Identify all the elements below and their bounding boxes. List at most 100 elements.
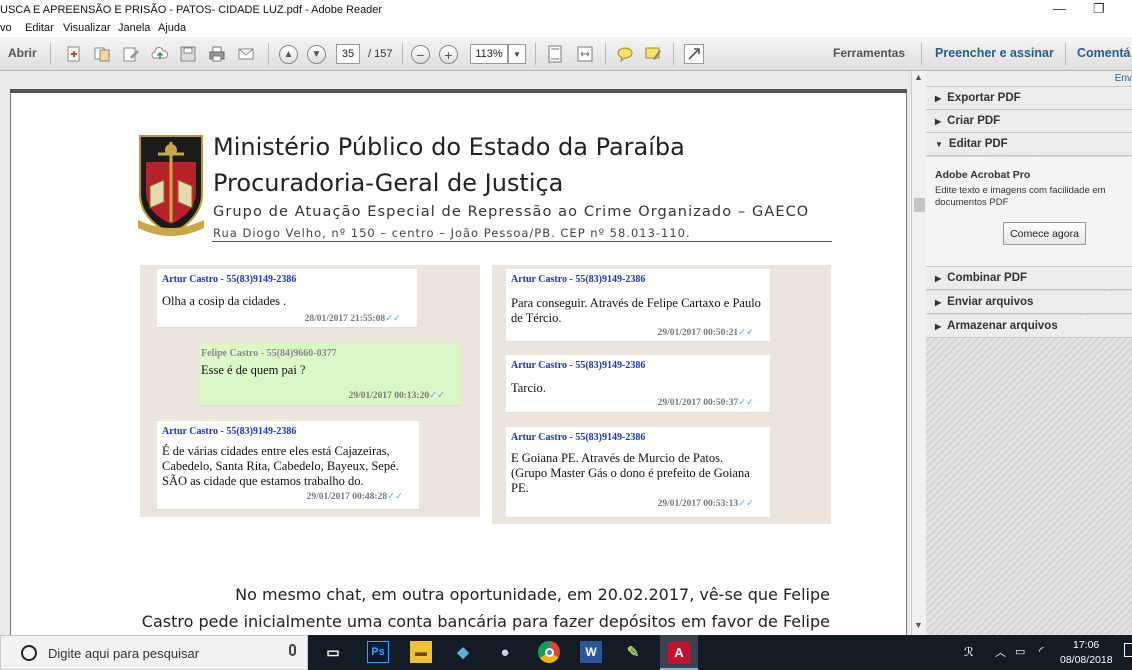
notification-center-icon[interactable] [1124,643,1132,657]
save-icon[interactable] [178,44,198,64]
org-subtitle: Procuradoria-Geral de Justiça [213,169,564,197]
zoom-in-icon[interactable]: + [439,45,458,64]
chat-message: Artur Castro - 55(83)9149-2386 E Goiana … [506,427,770,517]
menu-edit[interactable]: Editar [25,22,54,34]
collapsed-arrow-icon: ▶ [935,322,942,331]
sidebar-section-store-files[interactable]: ▶ Armazenar arquivos [926,315,1132,338]
battery-icon[interactable]: ▭ [1015,645,1025,658]
read-receipt-icon: ✓✓ [738,398,754,408]
tray-expand-icon[interactable]: ︿ [995,644,1006,660]
minimize-button[interactable]: — [1053,0,1066,18]
scroll-up-icon[interactable]: ▲ [914,72,923,82]
windows-taskbar: Digite aqui para pesquisar ▭ Ps ▬ ◆ ● W … [0,635,1132,670]
vertical-scrollbar[interactable]: ▲ ▼ [911,71,926,635]
scroll-down-icon[interactable]: ▼ [914,620,923,630]
toolbar-separator [921,43,922,65]
steam-icon[interactable]: ● [494,641,516,663]
search-circle-icon [21,645,37,661]
sign-in-link[interactable]: Env [1115,73,1132,84]
page-number-input[interactable]: 35 [336,44,360,64]
get-started-button[interactable]: Comece agora [1003,222,1086,245]
comment-icon[interactable] [615,44,635,64]
menu-file[interactable]: vo [0,22,12,34]
create-pdf-icon[interactable] [64,44,84,64]
message-time: 29/01/2017 00:50:21✓✓ [657,328,754,338]
body-paragraph-line-2: Castro pede inicialmente uma conta bancá… [141,612,830,631]
read-receipt-icon: ✓✓ [738,499,754,509]
message-sender: Artur Castro - 55(83)9149-2386 [511,274,646,285]
menu-window[interactable]: Janela [118,22,150,34]
read-receipt-icon: ✓✓ [385,314,401,324]
toolbar-separator [402,43,403,65]
menu-view[interactable]: Visualizar [63,22,111,34]
sidebar-section-send-files[interactable]: ▶ Enviar arquivos [926,291,1132,314]
clock-date[interactable]: 08/08/2018 [1060,654,1113,666]
expand-icon[interactable] [684,44,704,64]
next-page-icon[interactable]: ▼ [307,45,326,64]
highlight-icon[interactable] [643,44,663,64]
tools-tab[interactable]: Ferramentas [833,46,905,60]
email-icon[interactable] [236,44,256,64]
toolbar-separator [605,43,606,65]
people-icon[interactable]: ℛ [964,645,974,659]
comment-tab[interactable]: Comentá [1077,46,1130,60]
fill-sign-tab[interactable]: Preencher e assinar [935,46,1054,60]
chrome-icon[interactable] [538,641,560,663]
tools-side-panel: Env ▶ Exportar PDF ▶ Criar PDF ▼ Editar PDF… [926,71,1132,635]
file-explorer-icon[interactable]: ▬ [410,641,432,663]
read-receipt-icon: ✓✓ [429,391,445,401]
message-time: 29/01/2017 00:48:28✓✓ [306,492,403,502]
collapsed-arrow-icon: ▶ [935,117,942,126]
zoom-dropdown-icon[interactable]: ▼ [508,44,526,64]
sidebar-section-create-pdf[interactable]: ▶ Criar PDF [926,110,1132,133]
word-icon[interactable]: W [580,641,602,663]
title-bar: USCA E APREENSÃO E PRISÃO - PATOS- CIDAD… [0,0,1132,20]
restore-button[interactable]: ❐ [1093,0,1105,18]
microphone-icon[interactable] [289,644,296,656]
chat-message: Artur Castro - 55(83)9149-2386 Olha a co… [157,269,417,327]
chat-screenshot-right: Artur Castro - 55(83)9149-2386 Para cons… [492,265,831,524]
message-sender: Felipe Castro - 55(84)9660-0377 [201,348,337,359]
zoom-level-input[interactable]: 113% [470,44,508,64]
sidebar-section-edit-pdf[interactable]: ▼ Editar PDF [926,133,1132,156]
sidebar-section-combine-pdf[interactable]: ▶ Combinar PDF [926,267,1132,290]
fit-width-icon[interactable] [575,44,595,64]
notes-app-icon[interactable]: ◆ [452,641,474,663]
fit-page-icon[interactable] [545,44,565,64]
header-rule [212,241,832,242]
org-address: Rua Diogo Velho, nº 150 – centro – João … [213,226,691,240]
photoshop-icon[interactable]: Ps [367,641,389,663]
edit-document-icon[interactable] [121,44,141,64]
menu-bar: vo Editar Visualizar Janela Ajuda [0,20,1132,37]
wifi-icon[interactable]: ◜ [1039,644,1044,658]
combine-files-icon[interactable] [92,44,112,64]
toolbar-separator [268,43,269,65]
open-button[interactable]: Abrir [8,46,37,60]
search-placeholder: Digite aqui para pesquisar [48,646,200,661]
print-icon[interactable] [207,44,227,64]
message-sender: Artur Castro - 55(83)9149-2386 [511,432,646,443]
sidebar-section-export-pdf[interactable]: ▶ Exportar PDF [926,87,1132,110]
zoom-out-icon[interactable]: − [411,45,430,64]
toolbar-separator [535,43,536,65]
message-text: Tarcio. [511,381,546,395]
edit-pdf-panel: Adobe Acrobat Pro Edite texto e imagens … [926,157,1132,267]
acrobat-taskbar-button[interactable]: A [660,635,698,670]
upload-cloud-icon[interactable] [150,44,170,64]
org-title: Ministério Público do Estado da Paraíba [213,133,685,161]
message-sender: Artur Castro - 55(83)9149-2386 [162,274,297,285]
clock-time[interactable]: 17:06 [1073,639,1099,651]
previous-page-icon[interactable]: ▲ [279,45,298,64]
taskbar-search-box[interactable]: Digite aqui para pesquisar [0,635,308,670]
message-text: Olha a cosip da cidades . [162,294,287,308]
menu-help[interactable]: Ajuda [158,22,186,34]
scrollbar-thumb[interactable] [914,198,925,212]
adobe-reader-window: USCA E APREENSÃO E PRISÃO - PATOS- CIDAD… [0,0,1132,670]
chat-message: Artur Castro - 55(83)9149-2386 Para cons… [506,269,770,341]
message-time: 28/01/2017 21:55:08✓✓ [304,314,401,324]
paint-icon[interactable]: ✎ [622,641,644,663]
acrobat-icon: A [668,641,690,664]
message-time: 29/01/2017 00:13:20✓✓ [348,391,445,401]
task-view-icon[interactable]: ▭ [322,641,344,663]
toolbar-separator [50,43,51,65]
